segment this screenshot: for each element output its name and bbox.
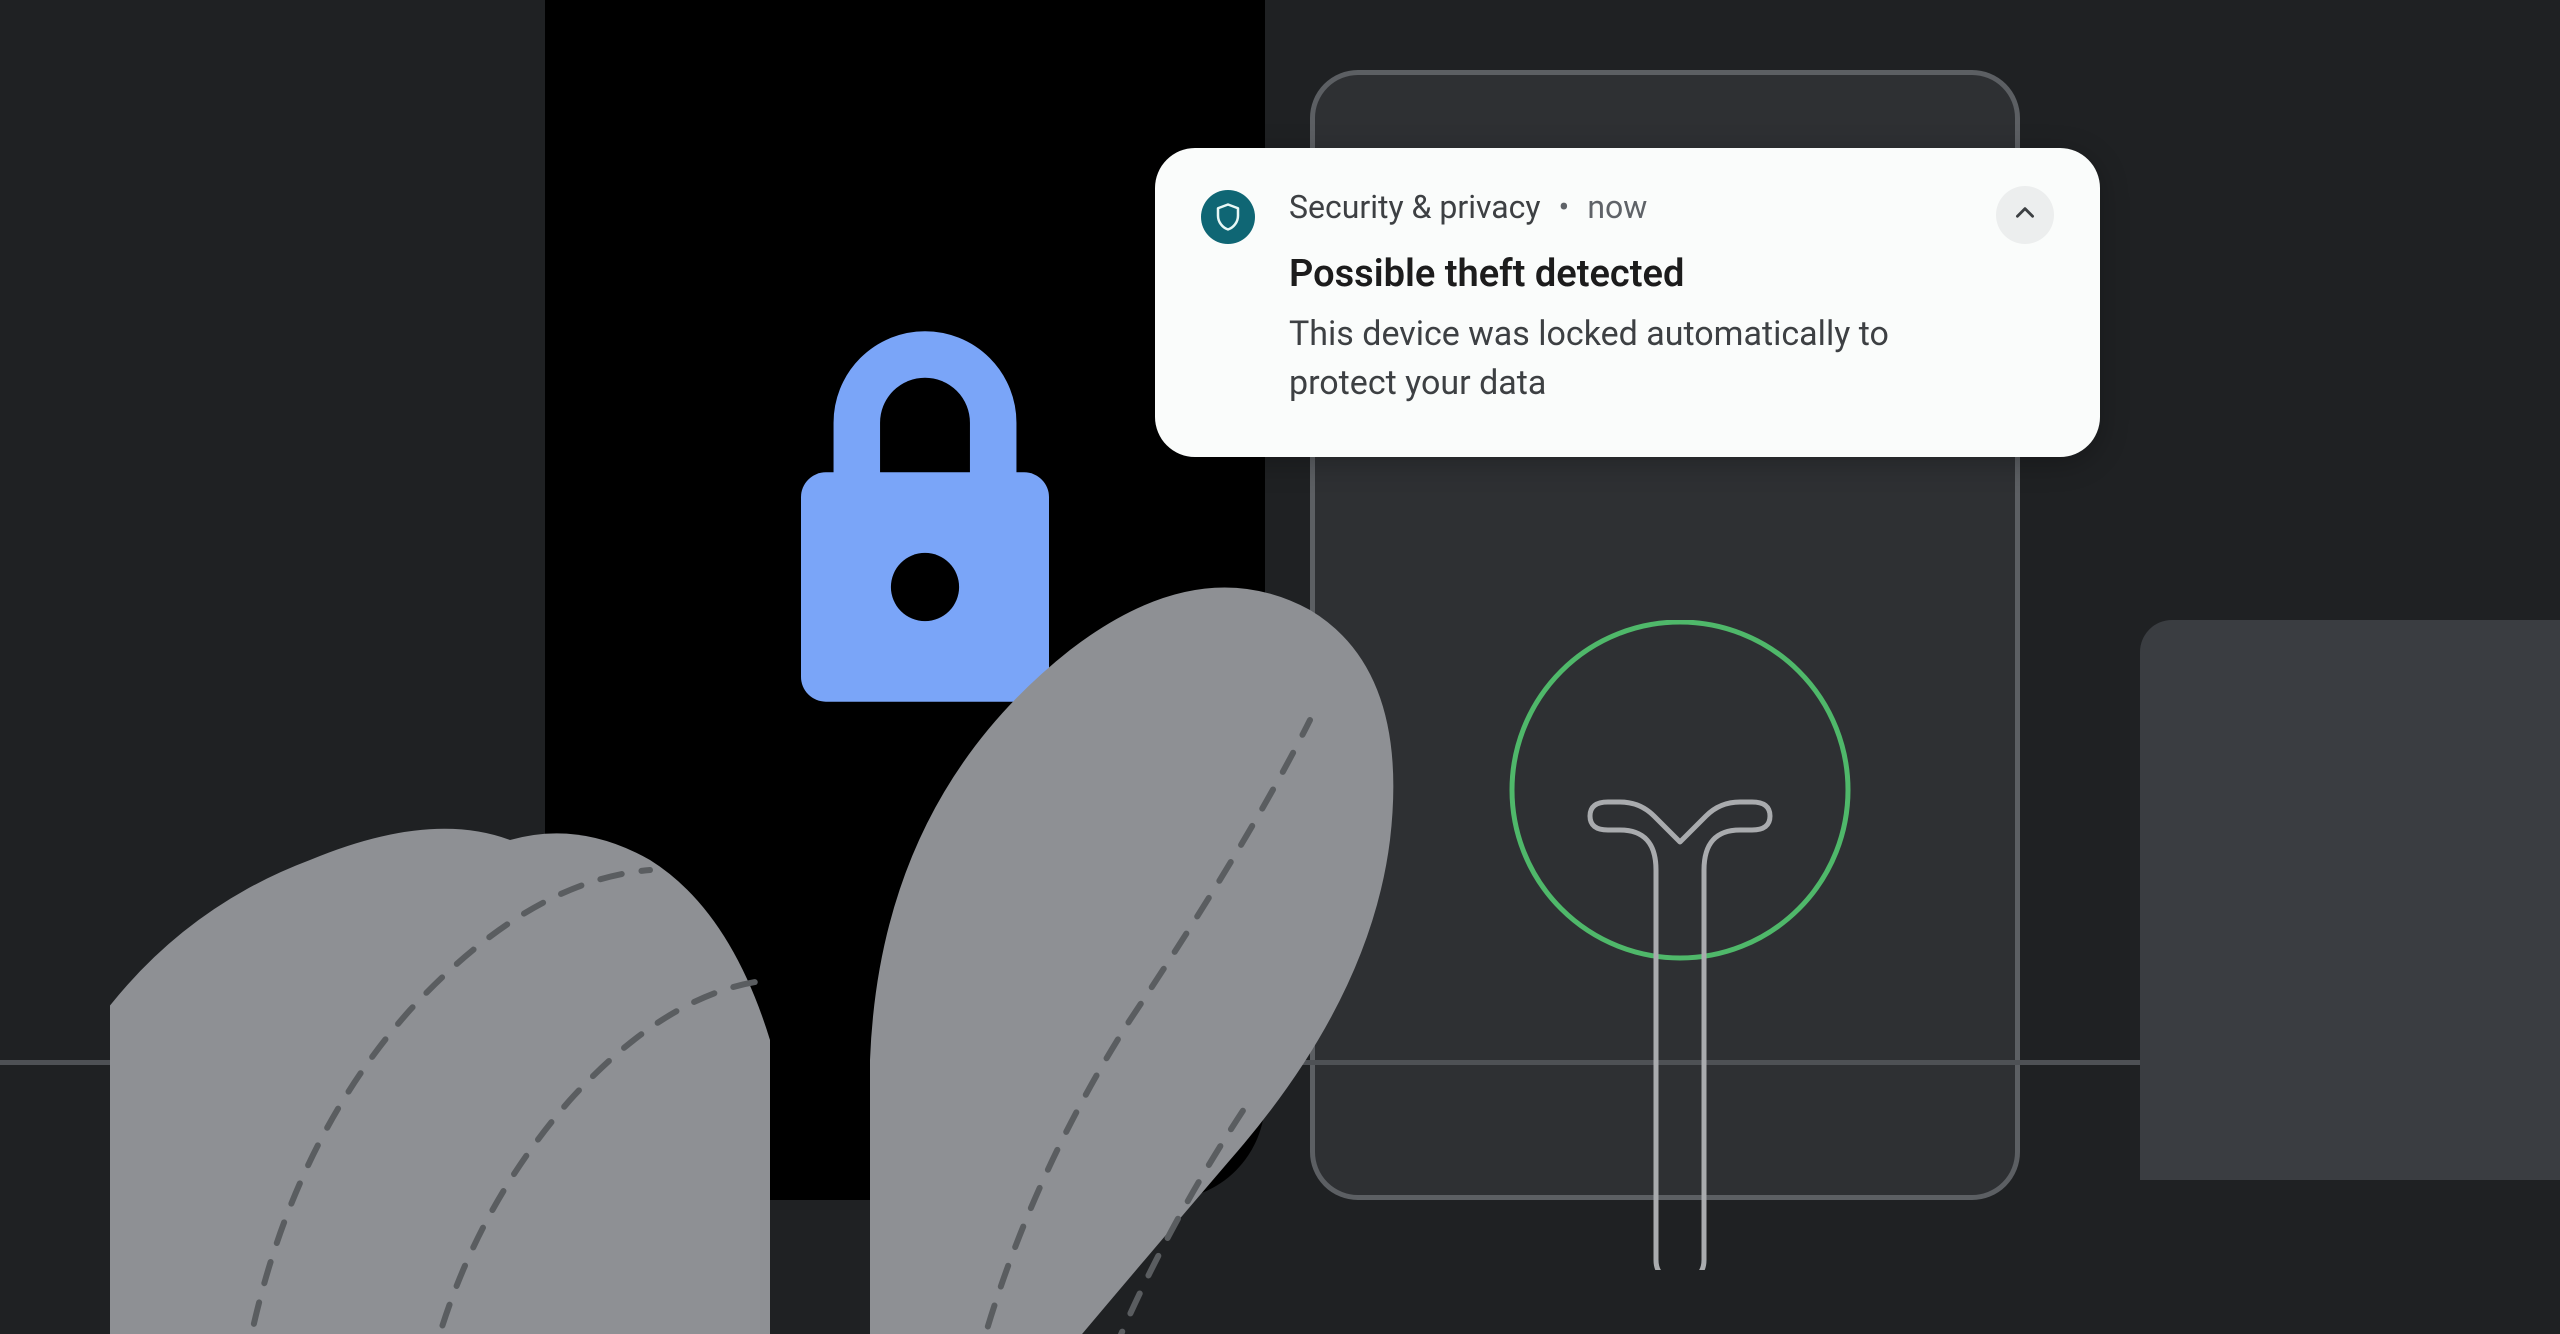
notification-app-name: Security & privacy [1289,188,1541,226]
notification-body: This device was locked automatically to … [1289,310,1962,409]
illustration-scene: Security & privacy • now Possible theft … [0,0,2560,1334]
separator-dot: • [1559,188,1570,226]
tree-illustration [1490,620,1870,1270]
lock-icon [770,315,1080,735]
notification-header: Security & privacy • now [1289,188,1962,226]
notification-time: now [1587,188,1647,226]
notification-content: Security & privacy • now Possible theft … [1289,188,1962,409]
signal-arcs [0,770,180,1090]
chevron-up-icon [2012,200,2038,230]
collapse-button[interactable] [1996,186,2054,244]
right-block [2140,620,2560,1180]
notification-card[interactable]: Security & privacy • now Possible theft … [1155,148,2100,457]
shield-icon [1201,190,1255,244]
notification-title: Possible theft detected [1289,252,1962,296]
